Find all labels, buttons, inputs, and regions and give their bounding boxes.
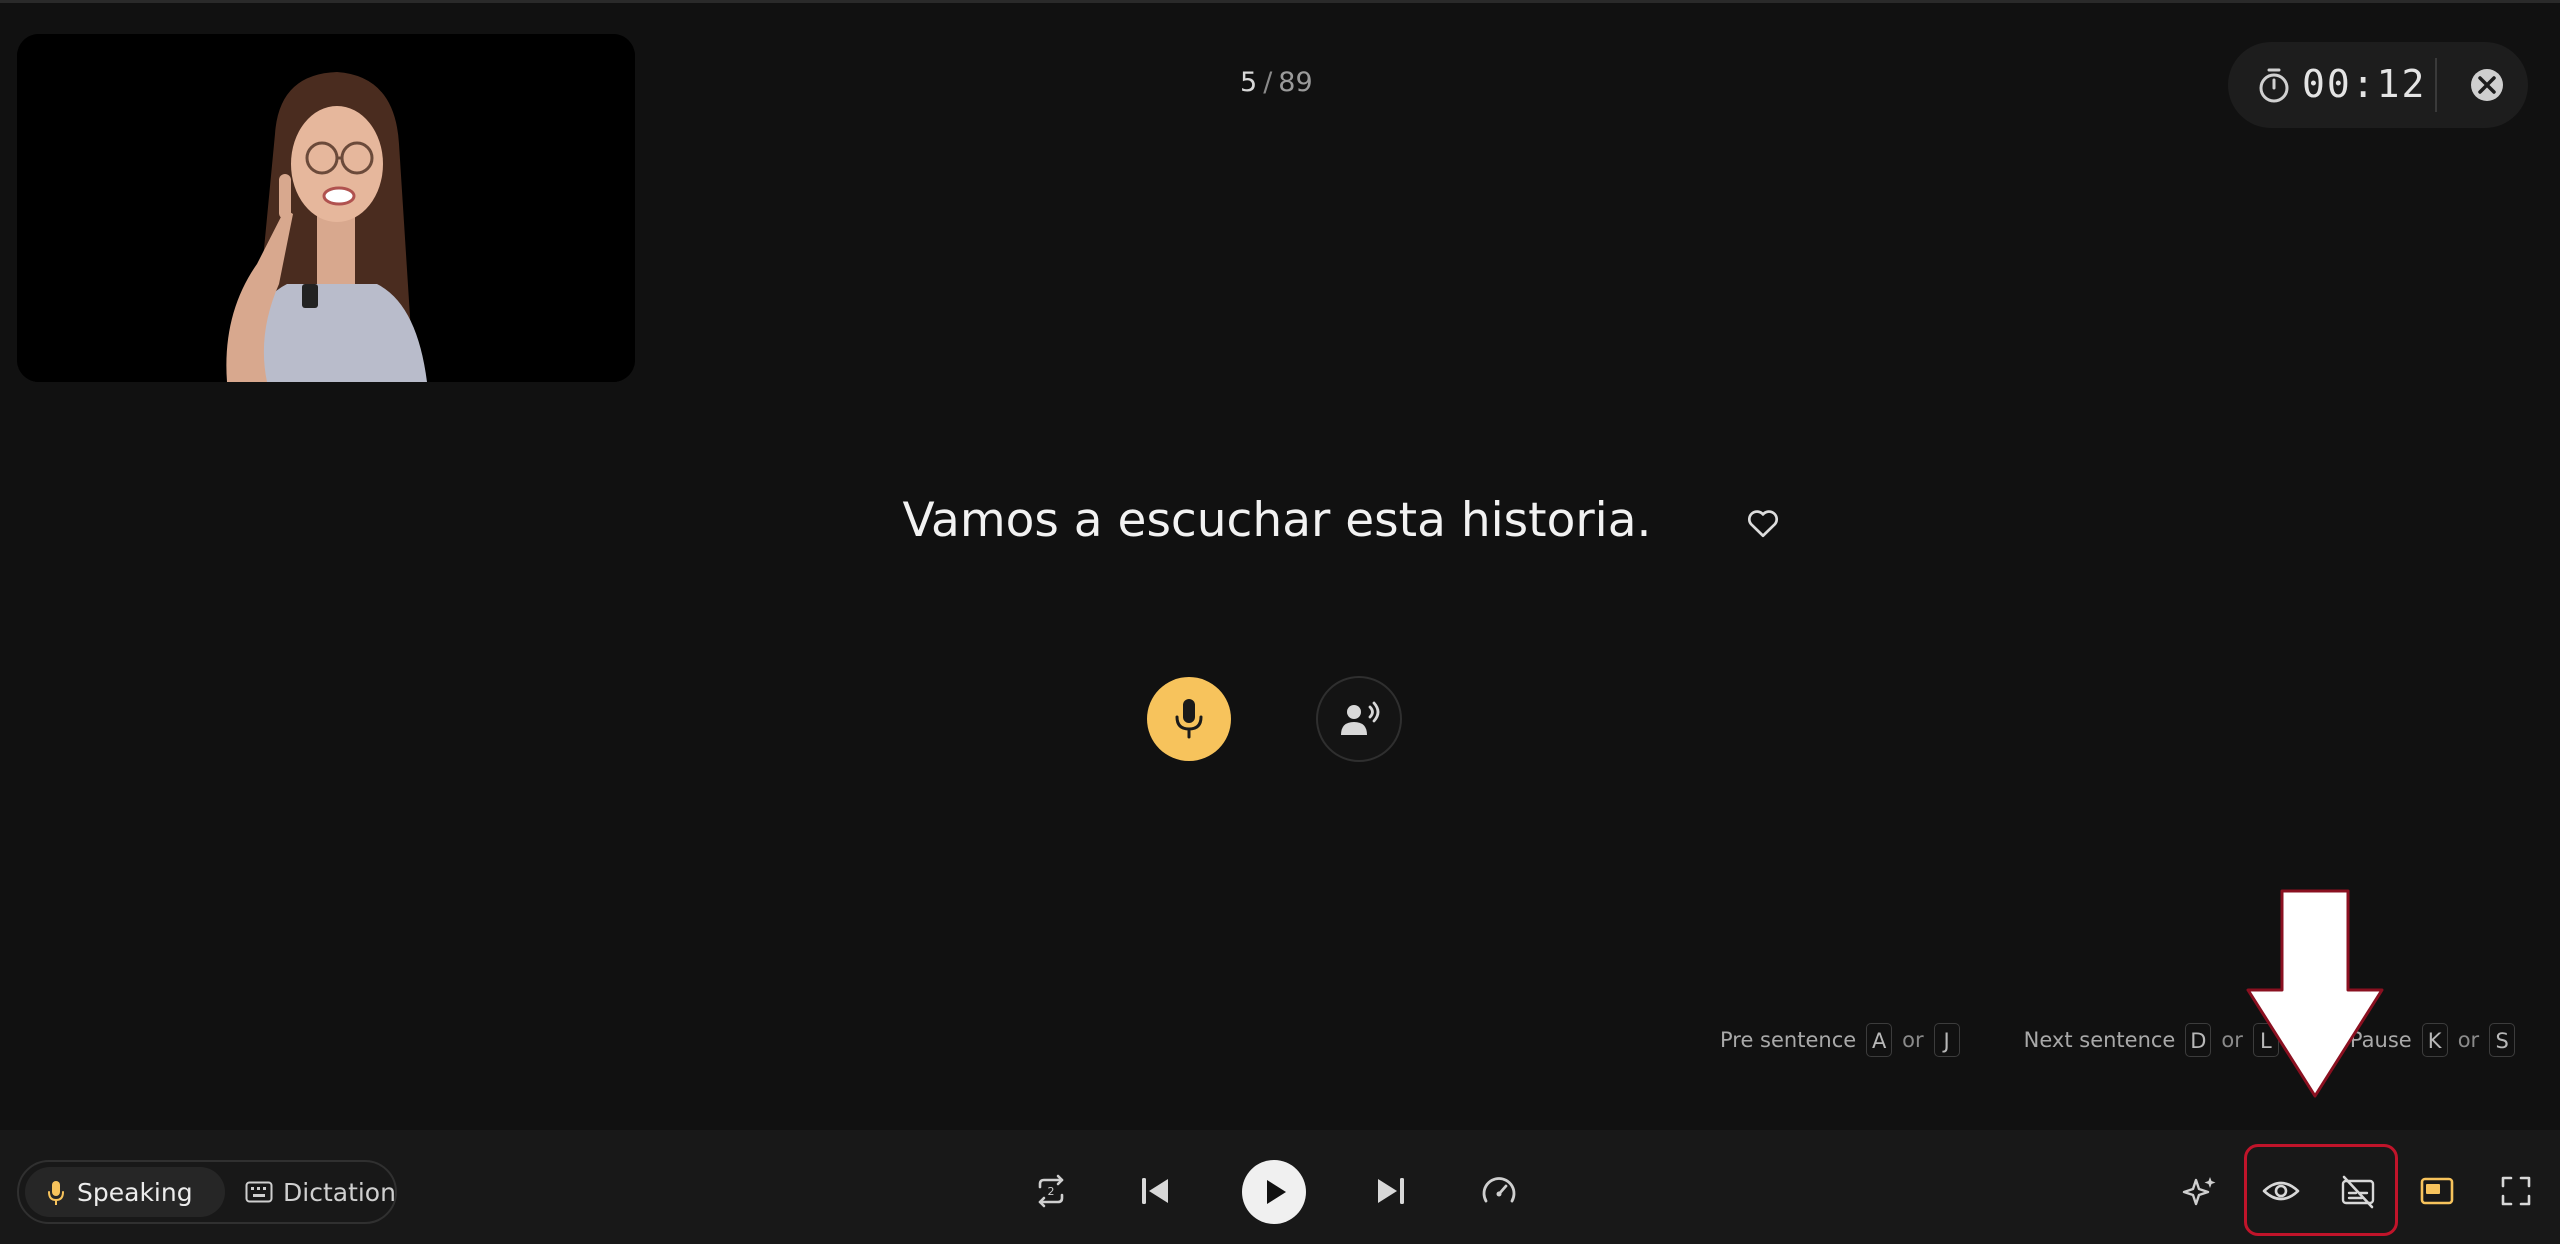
shortcut-key: D — [2185, 1023, 2212, 1057]
video-player[interactable] — [17, 34, 635, 382]
microphone-icon — [48, 1181, 64, 1205]
counter-separator: / — [1263, 67, 1273, 98]
timer-value: 00:12 — [2302, 62, 2427, 106]
shortcut-label: Pre sentence — [1720, 1028, 1857, 1052]
mode-dictation-label: Dictation — [283, 1178, 396, 1207]
sparkle-icon[interactable] — [2182, 1174, 2218, 1210]
shortcut-label: Next sentence — [2023, 1028, 2176, 1052]
shortcut-key: J — [1933, 1023, 1960, 1057]
shortcut-or: or — [1902, 1028, 1924, 1052]
video-frame — [17, 34, 635, 382]
counter-total: 89 — [1278, 67, 1313, 98]
keyboard-icon — [245, 1181, 273, 1203]
speedometer-icon[interactable] — [1480, 1173, 1518, 1209]
timer-divider — [2435, 58, 2437, 112]
shortcut-or: or — [2221, 1028, 2243, 1052]
repeat-count-glyph: 2 — [1048, 1185, 1055, 1198]
session-timer: 00:12 — [2228, 42, 2528, 128]
practice-screen: 5/89 00:12 Vamos a escuchar esta histori… — [0, 0, 2560, 1244]
mode-switch: Speaking Dictation — [17, 1160, 397, 1224]
sentence-counter: 5/89 — [1240, 67, 1313, 98]
skip-back-icon[interactable] — [1138, 1174, 1172, 1208]
keyboard-shortcuts: Pre sentence A or J Next sentence D or L… — [1720, 1023, 2525, 1057]
close-icon[interactable] — [2466, 64, 2508, 106]
stopwatch-icon — [2259, 68, 2289, 103]
shortcut-key: A — [1866, 1023, 1893, 1057]
mode-dictation-tab[interactable]: Dictation — [229, 1167, 396, 1217]
eye-icon[interactable] — [2262, 1176, 2300, 1206]
bottom-control-bar: Speaking Dictation 2 — [0, 1130, 2560, 1244]
play-button[interactable] — [1242, 1160, 1306, 1224]
listen-voice-button[interactable] — [1316, 676, 1402, 762]
shortcut-key: S — [2489, 1023, 2516, 1057]
shortcut-or: or — [2457, 1028, 2480, 1052]
mode-speaking-label: Speaking — [77, 1178, 193, 1207]
annotation-arrow-icon — [2246, 889, 2384, 1098]
subtitles-off-icon[interactable] — [2340, 1174, 2376, 1210]
record-button[interactable] — [1147, 677, 1231, 761]
speaker-voice-icon — [1341, 701, 1380, 735]
fullscreen-icon[interactable] — [2500, 1175, 2532, 1207]
skip-forward-icon[interactable] — [1374, 1174, 1408, 1208]
shortcut-key: K — [2421, 1023, 2448, 1057]
counter-current: 5 — [1240, 67, 1258, 98]
mode-speaking-tab[interactable]: Speaking — [25, 1167, 225, 1217]
sentence-text: Vamos a escuchar esta historia. — [902, 493, 1652, 548]
repeat-icon[interactable]: 2 — [1032, 1172, 1070, 1210]
microphone-icon — [1175, 699, 1203, 739]
play-icon — [1267, 1180, 1286, 1204]
shortcut-previous: Pre sentence A or J — [1720, 1023, 1970, 1057]
layout-icon[interactable] — [2420, 1176, 2454, 1206]
heart-icon[interactable] — [1745, 505, 1781, 541]
